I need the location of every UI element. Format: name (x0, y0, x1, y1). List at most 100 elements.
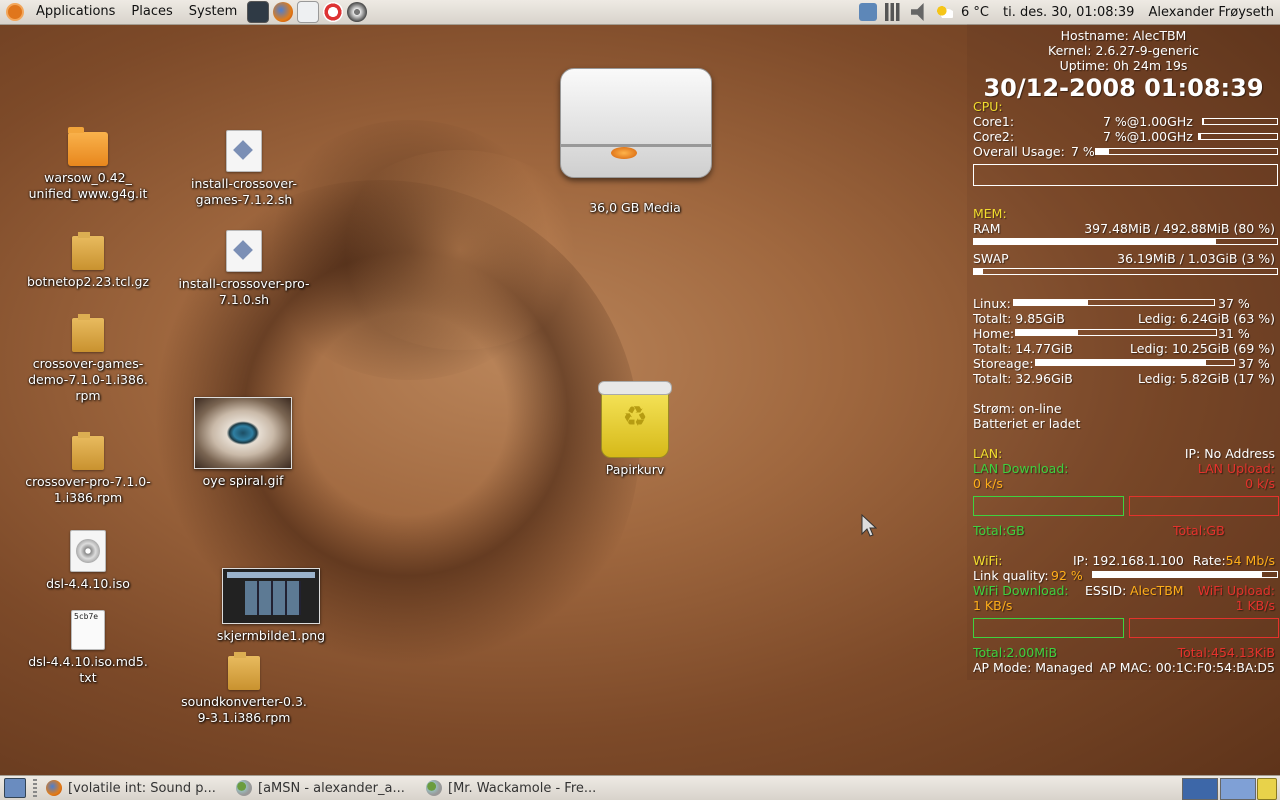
lan-total-upload: Total:GB (1173, 523, 1225, 538)
storage-bar (1035, 359, 1235, 366)
text-file-preview: 5cb7e (74, 612, 99, 621)
weather-icon[interactable] (937, 6, 954, 18)
taskbar-item[interactable]: [volatile int: Sound p... (40, 777, 230, 799)
linux-label: Linux: (973, 296, 1011, 311)
workspace-switcher (1182, 778, 1256, 800)
menu-system[interactable]: System (181, 0, 245, 24)
wifi-rate-label: Rate: (1192, 553, 1226, 568)
ap-mac: AP MAC: 00:1C:F0:54:BA:D5 (1099, 660, 1275, 675)
show-desktop-icon[interactable] (4, 778, 26, 798)
conky-linux-space: Totalt: 9.85GiB Ledig: 6.24GiB (63 %) (973, 311, 1278, 326)
volume-icon[interactable] (911, 3, 924, 21)
cpu-graph (973, 164, 1278, 186)
lan-upload-label: LAN Upload: (1197, 461, 1275, 476)
script-icon (226, 130, 262, 172)
home-bar (1015, 329, 1217, 336)
menu-places[interactable]: Places (123, 0, 180, 24)
core2-label: Core2: (973, 129, 1015, 144)
lan-download-value: 0 k/s (973, 476, 1003, 491)
core1-value: 7 %@1.00GHz (1103, 114, 1193, 129)
menu-applications[interactable]: Applications (28, 0, 123, 24)
conky-kernel: Kernel: 2.6.27-9-generic (1048, 43, 1199, 58)
linux-bar (1013, 299, 1215, 306)
ram-bar-fill (974, 239, 1217, 244)
icon-label: oye spiral.gif (202, 473, 284, 488)
desktop-icon-botnetop[interactable]: botnetop2.23.tcl.gz (13, 232, 163, 290)
conky-wifi-rates: WiFi Download: ESSID: AlecTBM WiFi Uploa… (973, 583, 1278, 598)
workspace-1[interactable] (1182, 778, 1218, 800)
desktop-icon-crossover-games-demo[interactable]: crossover-games- demo-7.1.0-1.i386. rpm (13, 314, 163, 404)
linux-total: Totalt: 9.85GiB (973, 311, 1065, 326)
help-icon[interactable] (323, 2, 344, 22)
wifi-upload-value: 1 KB/s (1235, 598, 1275, 613)
home-label: Home: (973, 326, 1015, 341)
folder-icon (68, 127, 108, 166)
wifi-download-label: WiFi Download: (973, 583, 1069, 598)
icon-label: Papirkurv (605, 462, 665, 477)
conky-lan-rates: LAN Download: LAN Upload: (973, 461, 1278, 476)
desktop-icon-crossover-pro[interactable]: crossover-pro-7.1.0- 1.i386.rpm (13, 432, 163, 506)
desktop-icon-soundkonverter[interactable]: soundkonverter-0.3. 9-3.1.i386.rpm (169, 652, 319, 726)
icon-label: botnetop2.23.tcl.gz (26, 274, 150, 289)
firefox-icon[interactable] (273, 2, 294, 22)
weather-temp[interactable]: 6 °C (961, 5, 989, 20)
wifi-ip: IP: 192.168.1.100 (1073, 553, 1184, 568)
conky-power: Strøm: on-line (973, 401, 1062, 416)
storage-label: Storeage: (973, 356, 1034, 371)
storage-total: Totalt: 32.96GiB (973, 371, 1073, 386)
taskbar-item[interactable]: [aMSN - alexander_a... (230, 777, 420, 799)
bottom-panel: [volatile int: Sound p... [aMSN - alexan… (0, 775, 1280, 800)
conky-wifi-values: 1 KB/s 1 KB/s (973, 598, 1278, 613)
core2-bar (1198, 133, 1278, 140)
essid-value: AlecTBM (1130, 583, 1184, 598)
taskbar-item-label: [volatile int: Sound p... (68, 780, 216, 796)
workspace-2[interactable] (1220, 778, 1256, 800)
desktop-icon-trash[interactable]: Papirkurv (560, 381, 710, 478)
user-switcher-icon[interactable] (859, 3, 878, 21)
user-name[interactable]: Alexander Frøyseth (1148, 5, 1274, 20)
network-icon[interactable] (885, 3, 904, 21)
swap-bar-fill (974, 269, 984, 274)
wifi-upload-label: WiFi Upload: (1197, 583, 1275, 598)
desktop-icon-dsl-iso[interactable]: dsl-4.4.10.iso (13, 530, 163, 592)
terminal-icon[interactable] (247, 1, 270, 23)
core1-bar-fill (1203, 119, 1205, 124)
desktop-icon-skjermbilde[interactable]: skjermbilde1.png (196, 568, 346, 644)
app-icon[interactable] (347, 2, 368, 22)
wifi-upload-graph (1129, 618, 1279, 638)
conky-mem-heading: MEM: (973, 206, 1007, 221)
desktop-icon-warsow[interactable]: warsow_0.42_ unified_www.g4g.it (13, 127, 163, 202)
drive-icon (560, 68, 712, 178)
image-thumbnail (194, 397, 292, 469)
ubuntu-logo-icon[interactable] (6, 3, 24, 21)
desktop-icon-oye-spiral[interactable]: oye spiral.gif (168, 397, 318, 489)
conky-ap: AP Mode: Managed AP MAC: 00:1C:F0:54:BA:… (973, 660, 1278, 675)
overall-bar-fill (1096, 149, 1109, 154)
panel-clock[interactable]: ti. des. 30, 01:08:39 (1003, 5, 1134, 20)
screenshot-thumbnail (222, 568, 320, 624)
mail-icon[interactable] (297, 1, 320, 23)
trash-applet-icon[interactable] (1257, 778, 1277, 800)
wifi-rate-value: 54 Mb/s (1225, 553, 1275, 568)
desktop-icon-media[interactable]: 36,0 GB Media (560, 68, 712, 216)
core1-label: Core1: (973, 114, 1015, 129)
desktop-icon-dsl-md5[interactable]: 5cb7e dsl-4.4.10.iso.md5. txt (13, 610, 163, 686)
icon-label: crossover-games- demo-7.1.0-1.i386. rpm (28, 356, 148, 403)
top-panel: Applications Places System 6 °C ti. des.… (0, 0, 1280, 25)
taskbar-item-label: [Mr. Wackamole - Fre... (448, 780, 597, 796)
swap-label: SWAP (973, 251, 1009, 266)
taskbar-item[interactable]: [Mr. Wackamole - Fre... (420, 777, 610, 799)
mouse-cursor-icon (861, 514, 877, 537)
conky-lan-values: 0 k/s 0 k/s (973, 476, 1278, 491)
wifi-total-download: Total:2.00MiB (973, 645, 1058, 660)
desktop-icon-install-crossover-pro[interactable]: install-crossover-pro- 7.1.0.sh (169, 230, 319, 308)
desktop-icon-install-crossover-games[interactable]: install-crossover- games-7.1.2.sh (169, 130, 319, 208)
trash-icon (598, 381, 672, 458)
link-quality-bar-fill (1093, 572, 1263, 577)
lan-ip: IP: No Address (1184, 446, 1275, 461)
storage-pct: 37 % (1238, 356, 1270, 371)
package-icon (72, 314, 104, 352)
wifi-download-value: 1 KB/s (973, 598, 1013, 613)
script-icon (226, 230, 262, 272)
conky-storage-space: Totalt: 32.96GiB Ledig: 5.82GiB (17 %) (973, 371, 1278, 386)
